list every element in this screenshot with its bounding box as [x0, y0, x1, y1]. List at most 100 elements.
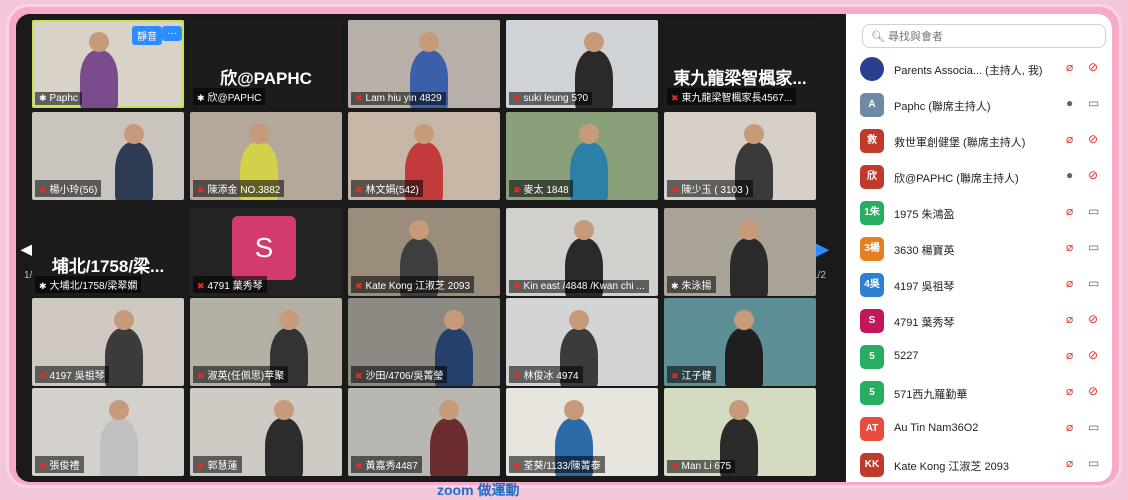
camera-icon[interactable]: ▭ — [1088, 456, 1099, 470]
video-tile[interactable]: ✖ 4197 吳祖琴 — [32, 298, 184, 386]
camera-icon[interactable]: ▭ — [1088, 240, 1099, 254]
tile-name-text: 陳少玉 ( 3103 ) — [681, 185, 749, 196]
tile-name-label: ✱ 朱泳揚 — [667, 276, 716, 293]
tile-name-text: 麥太 1848 — [523, 185, 569, 196]
mic-muted-icon[interactable]: ⌀ — [1066, 348, 1073, 362]
video-tile[interactable]: ✖ 陳添金 NO.3882 — [190, 112, 342, 200]
video-tile[interactable]: 埔北/1758/梁... ✱ 大埔北/1758/梁翠嫻 — [32, 208, 184, 296]
video-tile[interactable]: ✖ 荃葵/1133/陳菁泰 — [506, 388, 658, 476]
participant-avatar: 5 — [860, 345, 884, 369]
video-tile[interactable]: ✱ Paphc 靜音 ··· — [32, 20, 184, 108]
video-tile[interactable]: ✖ Man Li 675 — [664, 388, 816, 476]
tile-name-label: ✖ Kate Kong 江淑芝 2093 — [351, 276, 475, 293]
video-tile[interactable]: ✖ 林文娟(542) — [348, 112, 500, 200]
camera-off-icon[interactable]: ⊘ — [1088, 384, 1098, 398]
tile-name-text: 陳添金 NO.3882 — [207, 185, 281, 196]
participant-row[interactable]: 1朱 1975 朱鴻盈 ⌀ ▭ — [860, 198, 1112, 228]
mic-icon: ✱ — [39, 93, 47, 103]
participant-row[interactable]: 救救世軍創健堡 (聯席主持人) ⌀ ⊘ — [860, 126, 1112, 156]
participant-head — [89, 32, 109, 52]
participant-row[interactable]: AT Au Tin Nam36O2 ⌀ ▭ — [860, 414, 1112, 444]
participant-row[interactable]: Parents Associa... (主持人, 我) ⌀ ⊘ — [860, 54, 1112, 84]
mic-muted-icon[interactable]: ⌀ — [1066, 312, 1073, 326]
tile-name-text: 江子健 — [681, 371, 712, 382]
participant-row[interactable]: A Paphc (聯席主持人) ● ▭ — [860, 90, 1112, 120]
video-tile[interactable]: 欣@PAPHC ✱ 欣@PAPHC — [190, 20, 342, 108]
mic-icon[interactable]: ● — [1066, 96, 1073, 110]
mute-button[interactable]: 靜音 — [132, 26, 162, 45]
mic-muted-icon: ✖ — [197, 461, 205, 471]
participant-row[interactable]: KK Kate Kong 江淑芝 2093 ⌀ ▭ — [860, 450, 1112, 480]
mic-muted-icon: ✖ — [513, 371, 521, 381]
camera-off-icon[interactable]: ⊘ — [1088, 132, 1098, 146]
mic-muted-icon[interactable]: ⌀ — [1066, 204, 1073, 218]
participant-avatar: S — [860, 309, 884, 333]
mic-icon[interactable]: ● — [1066, 168, 1073, 182]
tile-name-text: Kate Kong 江淑芝 2093 — [365, 281, 471, 292]
mic-muted-icon[interactable]: ⌀ — [1066, 60, 1073, 74]
video-tile[interactable]: ✖ 林俊冰 4974 — [506, 298, 658, 386]
participant-row[interactable]: S 4791 葉秀琴 ⌀ ⊘ — [860, 306, 1112, 336]
more-options-button[interactable]: ··· — [162, 26, 182, 41]
camera-off-icon[interactable]: ⊘ — [1088, 348, 1098, 362]
video-tile[interactable]: ✖ 麥太 1848 — [506, 112, 658, 200]
video-tile[interactable]: ✖ Kin east /4848 /Kwan chi ... — [506, 208, 658, 296]
participant-row[interactable]: 欣欣@PAPHC (聯席主持人) ● ⊘ — [860, 162, 1112, 192]
participant-head — [579, 124, 599, 144]
video-tile[interactable]: ✖ Kate Kong 江淑芝 2093 — [348, 208, 500, 296]
mic-muted-icon[interactable]: ⌀ — [1066, 240, 1073, 254]
video-tile[interactable]: ✖ 張俊禮 — [32, 388, 184, 476]
mic-muted-icon[interactable]: ⌀ — [1066, 132, 1073, 146]
mic-muted-icon: ✖ — [671, 461, 679, 471]
mic-muted-icon: ✖ — [355, 461, 363, 471]
camera-icon[interactable]: ▭ — [1088, 204, 1099, 218]
tile-name-text: 林俊冰 4974 — [523, 371, 579, 382]
tile-name-label: ✖ 淑英(任佩思)苹聚 — [193, 366, 289, 383]
mic-muted-icon[interactable]: ⌀ — [1066, 420, 1073, 434]
video-tile[interactable]: ✖ 江子健 — [664, 298, 816, 386]
tile-name-text: 荃葵/1133/陳菁泰 — [523, 461, 601, 472]
participant-search-input[interactable]: 🔍︎ 尋找與會者 — [862, 24, 1106, 48]
participant-row[interactable]: 4吳 4197 吳祖琴 ⌀ ▭ — [860, 270, 1112, 300]
participant-head — [419, 32, 439, 52]
participant-name: 571西九羅勤華 — [894, 389, 968, 401]
participant-name: 欣@PAPHC (聯席主持人) — [894, 173, 1019, 185]
video-tile[interactable]: 東九龍梁智楓家... ✖ 東九龍梁智楓家長4567... — [664, 20, 816, 108]
mic-muted-icon[interactable]: ⌀ — [1066, 276, 1073, 290]
participant-avatar — [860, 57, 884, 81]
mic-muted-icon: ✖ — [671, 93, 679, 103]
tile-name-label: ✖ Kin east /4848 /Kwan chi ... — [509, 280, 649, 293]
video-tile[interactable]: ✖ 郭慧蓮 — [190, 388, 342, 476]
video-tile[interactable]: ✖ 沙田/4706/吳菁瑩 — [348, 298, 500, 386]
video-tile[interactable]: ✖ 淑英(任佩思)苹聚 — [190, 298, 342, 386]
participant-row[interactable]: 5 5227 ⌀ ⊘ — [860, 342, 1112, 372]
video-tile[interactable]: ✖ 陳少玉 ( 3103 ) — [664, 112, 816, 200]
participant-row[interactable]: 5 571西九羅勤華 ⌀ ⊘ — [860, 378, 1112, 408]
participant-head — [279, 310, 299, 330]
mic-muted-icon: ✖ — [671, 371, 679, 381]
tile-name-text: 黃嘉秀4487 — [365, 461, 418, 472]
camera-off-icon[interactable]: ⊘ — [1088, 60, 1098, 74]
camera-icon[interactable]: ▭ — [1088, 276, 1099, 290]
participant-row[interactable]: 3楊 3630 楊寶英 ⌀ ▭ — [860, 234, 1112, 264]
video-tile[interactable]: ✖ Lam hiu yin 4829 — [348, 20, 500, 108]
tile-name-label: ✱ 大埔北/1758/梁翠嫻 — [35, 276, 142, 293]
camera-icon[interactable]: ▭ — [1088, 420, 1099, 434]
tile-name-text: 沙田/4706/吳菁瑩 — [365, 371, 444, 382]
participant-head — [409, 220, 429, 240]
video-tile[interactable]: ✱ 朱泳揚 — [664, 208, 816, 296]
camera-off-icon[interactable]: ⊘ — [1088, 168, 1098, 182]
video-tile[interactable]: ✖ 楊小玲(56) — [32, 112, 184, 200]
video-tile[interactable]: ✖ suki leung 5?0 — [506, 20, 658, 108]
video-tile[interactable]: S ✖ 4791 葉秀琴 — [190, 208, 342, 296]
mic-muted-icon[interactable]: ⌀ — [1066, 456, 1073, 470]
video-tile[interactable]: ✖ 黃嘉秀4487 — [348, 388, 500, 476]
camera-icon[interactable]: ▭ — [1088, 96, 1099, 110]
mic-muted-icon: ✖ — [355, 281, 363, 291]
tile-name-text: 淑英(任佩思)苹聚 — [207, 371, 285, 382]
tile-name-text: suki leung 5?0 — [523, 93, 589, 104]
camera-off-icon[interactable]: ⊘ — [1088, 312, 1098, 326]
participant-head — [739, 220, 759, 240]
mic-muted-icon[interactable]: ⌀ — [1066, 384, 1073, 398]
search-placeholder: 尋找與會者 — [888, 31, 944, 43]
